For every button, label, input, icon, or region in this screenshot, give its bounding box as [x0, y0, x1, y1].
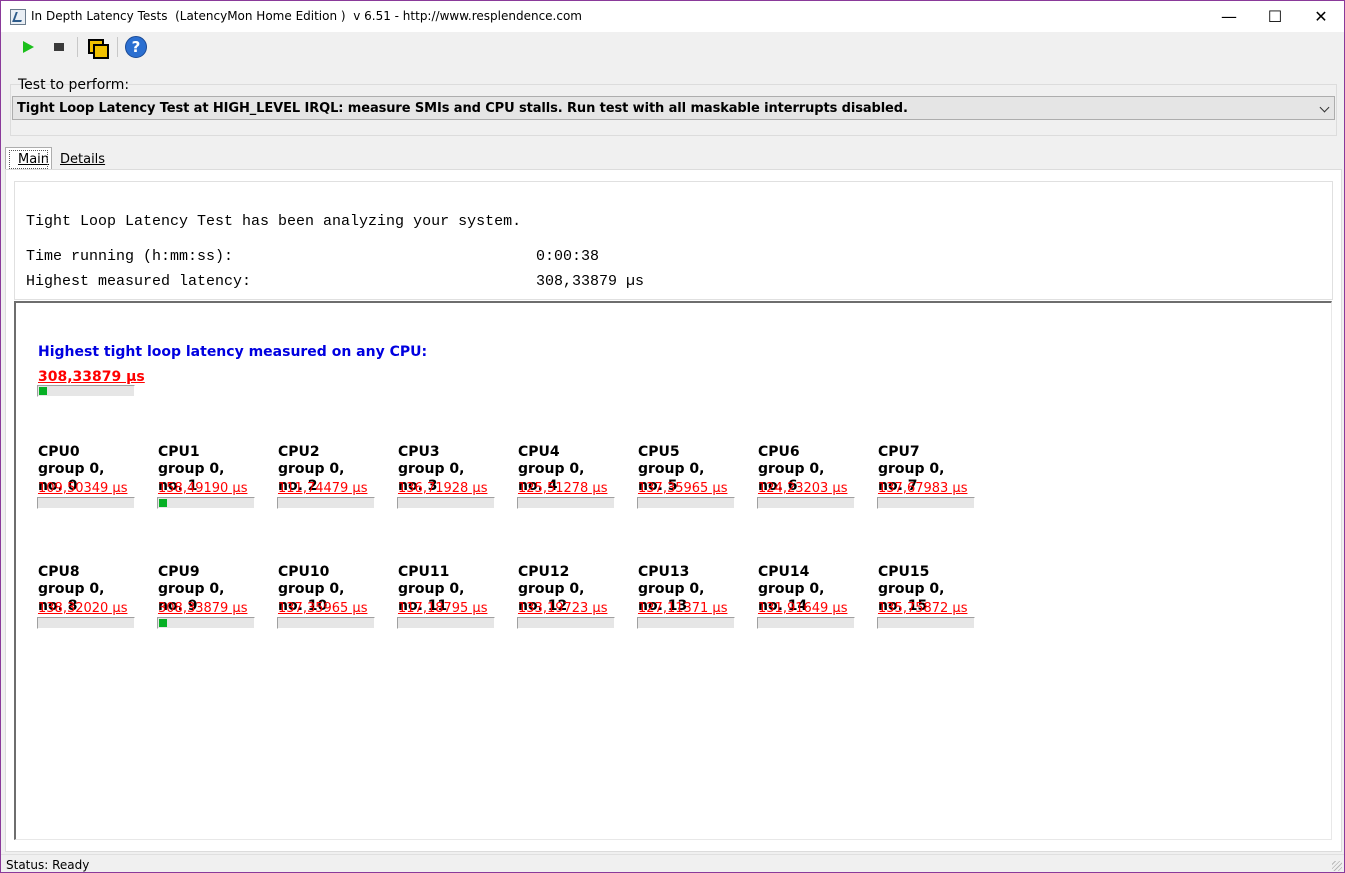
cpu-latency-value: 133,19723 µs [518, 601, 608, 616]
cpu-latency-value: 308,33879 µs [158, 601, 248, 616]
cpu-latency-value: 124,23203 µs [758, 481, 848, 496]
highest-title: Highest tight loop latency measured on a… [38, 344, 428, 360]
cpu-progress-bar [37, 617, 135, 629]
title-bar[interactable]: In Depth Latency Tests (LatencyMon Home … [1, 1, 1344, 32]
cpu-latency-value: 138,32020 µs [38, 601, 128, 616]
tab-main-label: Main [18, 152, 50, 167]
cpu-latency-value: 131,91649 µs [758, 601, 848, 616]
play-icon[interactable] [15, 35, 39, 59]
cpu-progress-bar [877, 617, 975, 629]
tab-details[interactable]: Details [55, 147, 105, 169]
cpu-latency-value: 135,75872 µs [878, 601, 968, 616]
windows-icon[interactable] [85, 35, 109, 59]
status-bar: Status: Ready [1, 854, 1344, 872]
minimize-button[interactable]: — [1206, 1, 1252, 32]
maximize-button[interactable]: ☐ [1252, 1, 1298, 32]
cpu-latency-value: 137,35965 µs [638, 481, 728, 496]
cpu-latency-value: 111,74479 µs [278, 481, 368, 496]
highest-latency-label: Highest measured latency: [26, 273, 252, 290]
cpu-progress-bar [517, 617, 615, 629]
cpu-latency-value: 117,18795 µs [398, 601, 488, 616]
cpu-latency-value: 137,67983 µs [878, 481, 968, 496]
cpu-latency-value: 109,50349 µs [38, 481, 128, 496]
test-label: Test to perform: [18, 77, 130, 93]
toolbar: ? [1, 32, 1344, 63]
tab-main[interactable]: Main [5, 147, 52, 171]
main-window: In Depth Latency Tests (LatencyMon Home … [0, 0, 1345, 873]
cpu-progress-bar [157, 497, 255, 509]
highest-progress-bar [37, 385, 135, 397]
cpu-progress-bar [397, 617, 495, 629]
highest-value: 308,33879 µs [38, 369, 145, 385]
highest-latency-value: 308,33879 µs [536, 273, 645, 290]
cpu-latency-value: 127,11371 µs [638, 601, 728, 616]
test-select-value: Tight Loop Latency Test at HIGH_LEVEL IR… [17, 101, 908, 116]
progress-fill [159, 499, 167, 507]
progress-fill [159, 619, 167, 627]
cpu-progress-bar [757, 497, 855, 509]
cpu-progress-bar [397, 497, 495, 509]
cpu-progress-bar [877, 497, 975, 509]
cpu-progress-bar [277, 497, 375, 509]
cpu-progress-bar [157, 617, 255, 629]
stop-icon[interactable] [47, 35, 71, 59]
cpu-latency-value: 125,51278 µs [518, 481, 608, 496]
cpu-progress-bar [37, 497, 135, 509]
time-running-value: 0:00:38 [536, 248, 600, 265]
window-title: In Depth Latency Tests (LatencyMon Home … [31, 9, 582, 23]
help-icon[interactable]: ? [124, 35, 148, 59]
close-button[interactable]: ✕ [1298, 1, 1344, 32]
cpu-progress-bar [277, 617, 375, 629]
tab-details-label: Details [60, 152, 106, 167]
progress-fill [39, 387, 47, 395]
toolbar-separator [77, 37, 78, 57]
cpu-progress-bar [637, 617, 735, 629]
toolbar-separator [117, 37, 118, 57]
cpu-latency-value: 158,49190 µs [158, 481, 248, 496]
test-select[interactable]: Tight Loop Latency Test at HIGH_LEVEL IR… [12, 96, 1335, 120]
help-glyph: ? [125, 36, 147, 58]
status-text: Status: Ready [6, 858, 90, 872]
cpu-latency-value: 137,35965 µs [278, 601, 368, 616]
cpu-progress-bar [637, 497, 735, 509]
resize-grip-icon[interactable] [1332, 861, 1342, 871]
time-running-label: Time running (h:mm:ss): [26, 248, 234, 265]
cpu-progress-bar [757, 617, 855, 629]
summary-line: Tight Loop Latency Test has been analyzi… [26, 213, 522, 230]
cpu-progress-bar [517, 497, 615, 509]
chevron-down-icon[interactable] [1319, 102, 1330, 113]
cpu-latency-value: 136,71928 µs [398, 481, 488, 496]
app-icon[interactable] [10, 9, 26, 25]
